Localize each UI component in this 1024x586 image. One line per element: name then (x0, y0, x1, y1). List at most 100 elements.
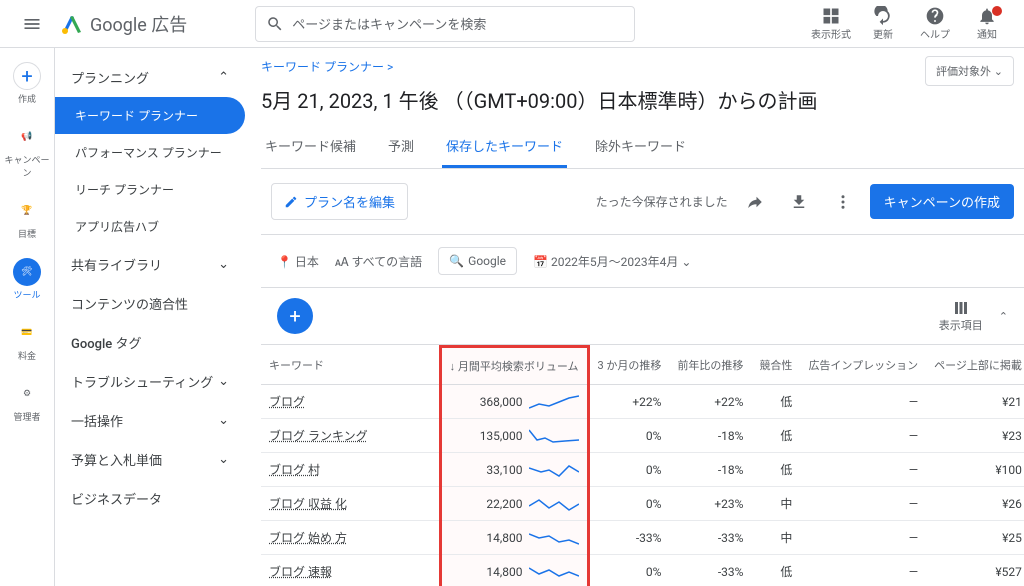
leftbar-tools[interactable]: 🛠ツール (2, 252, 52, 307)
trophy-icon: 🏆 (13, 197, 41, 225)
sparkline-icon (529, 428, 579, 444)
table-row[interactable]: ブログ 始め 方 14,800 -33% -33% 中 — ¥25 ¥127 (261, 521, 1024, 555)
app-logo: Google 広告 (60, 11, 187, 37)
share-button[interactable] (738, 185, 772, 219)
bid-low-value: ¥100 (926, 453, 1024, 487)
competition-value: 低 (751, 555, 800, 586)
bid-low-value: ¥527 (926, 555, 1024, 586)
sidenav-suitability[interactable]: コンテンツの適合性 (55, 284, 245, 323)
more-button[interactable] (826, 185, 860, 219)
tab-saved[interactable]: 保存したキーワード (442, 126, 567, 168)
notifications-button[interactable]: 通知 (962, 6, 1012, 41)
bid-low-value: ¥21 (926, 385, 1024, 419)
refresh-button[interactable]: 更新 (858, 6, 908, 41)
help-button[interactable]: ヘルプ (910, 6, 960, 41)
sparkline-icon (529, 394, 579, 410)
col-trend-3m[interactable]: 3 か月の推移 (588, 347, 669, 385)
tab-candidates[interactable]: キーワード候補 (261, 126, 360, 168)
volume-value: 368,000 (480, 395, 523, 409)
tab-negative[interactable]: 除外キーワード (591, 126, 690, 168)
trend-yoy-value: -33% (669, 521, 751, 555)
sparkline-icon (529, 462, 579, 478)
leftbar-admin[interactable]: ⚙管理者 (2, 374, 52, 429)
sidenav-app-hub[interactable]: アプリ広告ハブ (55, 208, 245, 245)
search-input[interactable]: ページまたはキャンペーンを検索 (255, 6, 635, 42)
sidenav-performance-planner[interactable]: パフォーマンス プランナー (55, 134, 245, 171)
trend-yoy-value: +23% (669, 487, 751, 521)
keyword-link[interactable]: ブログ 始め 方 (269, 531, 347, 545)
share-icon (746, 193, 764, 211)
sidenav-shared-library[interactable]: 共有ライブラリ⌄ (55, 245, 245, 284)
sparkline-icon (529, 564, 579, 580)
keyword-link[interactable]: ブログ ランキング (269, 429, 368, 443)
daterange-filter[interactable]: 📅 2022年5月～2023年4月 ⌄ (533, 253, 691, 270)
sidenav-keyword-planner[interactable]: キーワード プランナー (55, 97, 245, 134)
location-filter[interactable]: 📍 日本 (277, 253, 319, 270)
trend-yoy-value: +22% (669, 385, 751, 419)
impressions-value: — (800, 453, 926, 487)
chevron-down-icon: ⌄ (218, 257, 229, 272)
trend-3m-value: 0% (588, 487, 669, 521)
table-row[interactable]: ブログ ランキング 135,000 0% -18% 低 — ¥23 ¥414 (261, 419, 1024, 453)
col-impressions[interactable]: 広告インプレッション (800, 347, 926, 385)
chevron-down-icon: ⌄ (218, 452, 229, 467)
evaluation-filter[interactable]: 評価対象外 ⌄ (925, 56, 1014, 86)
impressions-value: — (800, 385, 926, 419)
col-volume[interactable]: ↓ 月間平均検索ボリューム (440, 347, 588, 385)
trend-3m-value: +22% (588, 385, 669, 419)
competition-value: 中 (751, 487, 800, 521)
keyword-link[interactable]: ブログ 収益 化 (269, 497, 347, 511)
add-keyword-button[interactable]: + (277, 298, 313, 334)
expand-toggle[interactable]: ⌃ (999, 310, 1008, 323)
trend-3m-value: 0% (588, 419, 669, 453)
network-filter[interactable]: 🔍 Google (438, 247, 517, 275)
table-row[interactable]: ブログ 速報 14,800 0% -33% 低 — ¥527 ¥751 (261, 555, 1024, 586)
sidenav-reach-planner[interactable]: リーチ プランナー (55, 171, 245, 208)
table-row[interactable]: ブログ 収益 化 22,200 0% +23% 中 — ¥26 ¥115 (261, 487, 1024, 521)
sidenav-gtag[interactable]: Google タグ (55, 323, 245, 362)
leftbar-billing[interactable]: 💳料金 (2, 313, 52, 368)
volume-value: 33,100 (486, 463, 522, 477)
leftbar-create[interactable]: +作成 (2, 56, 52, 111)
sidenav-budget[interactable]: 予算と入札単価⌄ (55, 440, 245, 479)
megaphone-icon: 📢 (13, 123, 41, 151)
refresh-icon (873, 6, 893, 26)
keyword-link[interactable]: ブログ 速報 (269, 565, 332, 579)
col-top-low[interactable]: ページ上部に掲載 (926, 347, 1024, 385)
wrench-icon: 🛠 (13, 258, 41, 286)
competition-value: 低 (751, 453, 800, 487)
impressions-value: — (800, 419, 926, 453)
download-button[interactable] (782, 185, 816, 219)
sidenav-bizdata[interactable]: ビジネスデータ (55, 479, 245, 518)
volume-value: 135,000 (480, 429, 523, 443)
col-trend-yoy[interactable]: 前年比の推移 (669, 347, 751, 385)
trend-3m-value: 0% (588, 555, 669, 586)
sidenav-bulk[interactable]: 一括操作⌄ (55, 401, 245, 440)
edit-plan-button[interactable]: プラン名を編集 (271, 183, 408, 220)
breadcrumb[interactable]: キーワード プランナー > (261, 56, 1024, 77)
search-icon (266, 15, 284, 33)
col-keyword[interactable]: キーワード (261, 347, 440, 385)
language-filter[interactable]: 🗚 すべての言語 (335, 253, 422, 270)
notification-badge (992, 6, 1002, 16)
column-options[interactable]: 表示項目 ⌃ (939, 299, 1008, 333)
col-competition[interactable]: 競合性 (751, 347, 800, 385)
sparkline-icon (529, 496, 579, 512)
sidenav-troubleshoot[interactable]: トラブルシューティング⌄ (55, 362, 245, 401)
create-campaign-button[interactable]: キャンペーンの作成 (870, 184, 1014, 219)
logo-text: Google 広告 (90, 11, 187, 37)
keyword-link[interactable]: ブログ 村 (269, 463, 320, 477)
chevron-up-icon: ⌃ (218, 70, 229, 85)
leftbar-campaigns[interactable]: 📢キャンペーン (2, 117, 52, 185)
table-row[interactable]: ブログ 368,000 +22% +22% 低 — ¥21 ¥585 (261, 385, 1024, 419)
table-row[interactable]: ブログ 村 33,100 0% -18% 低 — ¥100 ¥769 (261, 453, 1024, 487)
impressions-value: — (800, 487, 926, 521)
leftbar-goals[interactable]: 🏆目標 (2, 191, 52, 246)
keyword-link[interactable]: ブログ (269, 395, 305, 409)
sidenav-planning[interactable]: プランニング⌃ (55, 58, 245, 97)
display-mode-button[interactable]: 表示形式 (806, 6, 856, 41)
competition-value: 中 (751, 521, 800, 555)
main-menu-button[interactable] (12, 4, 52, 44)
card-icon: 💳 (13, 319, 41, 347)
tab-forecast[interactable]: 予測 (384, 126, 418, 168)
